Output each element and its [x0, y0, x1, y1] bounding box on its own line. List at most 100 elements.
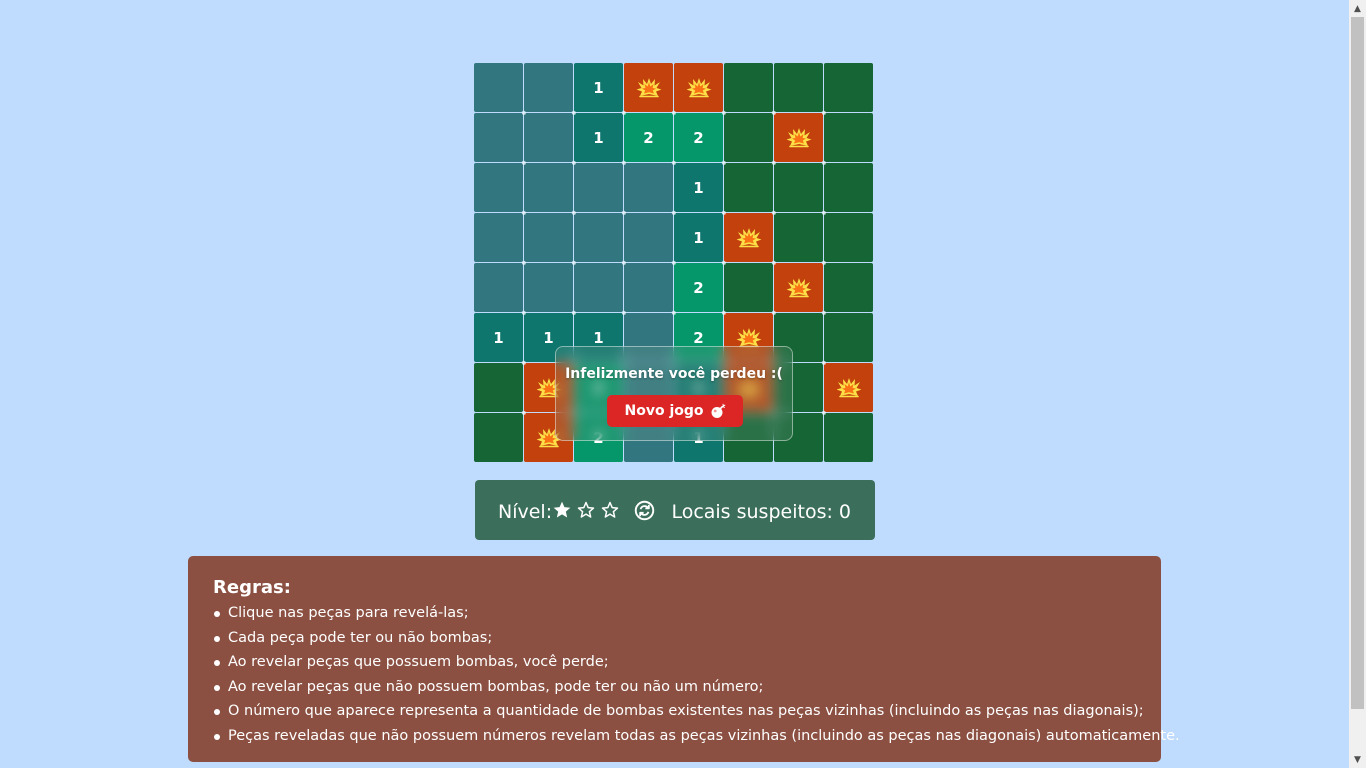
rules-title: Regras: [213, 577, 291, 598]
revealed-empty-tile[interactable] [524, 113, 573, 162]
grid-dot [821, 210, 826, 215]
grid-dot [621, 310, 626, 315]
grid-dot [821, 360, 826, 365]
grid-dot [671, 110, 676, 115]
grid-dot [521, 310, 526, 315]
hidden-tile[interactable] [474, 413, 523, 462]
grid-dot [721, 110, 726, 115]
new-game-label: Novo jogo [624, 403, 704, 419]
revealed-empty-tile[interactable] [474, 263, 523, 312]
hidden-tile[interactable] [824, 263, 873, 312]
hidden-tile[interactable] [824, 63, 873, 112]
revealed-empty-tile[interactable] [574, 213, 623, 262]
scroll-up-arrow-icon[interactable]: ▲ [1349, 0, 1366, 17]
grid-dot [521, 110, 526, 115]
explosion-icon [836, 377, 862, 399]
grid-dot [671, 260, 676, 265]
grid-dot [671, 160, 676, 165]
number-tile[interactable]: 1 [574, 63, 623, 112]
new-game-button[interactable]: Novo jogo [607, 395, 743, 427]
star-outline-icon[interactable] [600, 500, 620, 520]
hidden-tile[interactable] [824, 313, 873, 362]
hidden-tile[interactable] [724, 113, 773, 162]
grid-dot [821, 410, 826, 415]
grid-dot [621, 210, 626, 215]
tile-number: 1 [693, 178, 704, 197]
hidden-tile[interactable] [824, 113, 873, 162]
bomb-tile[interactable] [624, 63, 673, 112]
grid-dot [721, 260, 726, 265]
grid-dot [721, 310, 726, 315]
grid-dot [521, 260, 526, 265]
tile-number: 2 [693, 328, 704, 347]
bomb-tile[interactable] [824, 363, 873, 412]
grid-dot [771, 260, 776, 265]
grid-dot [621, 160, 626, 165]
grid-dot [771, 160, 776, 165]
grid-dot [671, 310, 676, 315]
hidden-tile[interactable] [774, 213, 823, 262]
tile-number: 1 [593, 78, 604, 97]
tile-number: 1 [593, 328, 604, 347]
star-filled-icon[interactable] [552, 500, 572, 520]
number-tile[interactable]: 2 [674, 263, 723, 312]
hidden-tile[interactable] [474, 363, 523, 412]
revealed-empty-tile[interactable] [524, 263, 573, 312]
revealed-empty-tile[interactable] [524, 213, 573, 262]
hidden-tile[interactable] [724, 263, 773, 312]
rule-item: O número que aparece representa a quanti… [213, 699, 1161, 724]
tile-number: 1 [493, 328, 504, 347]
game-page: 112211211122121 Infelizmente você perdeu… [0, 0, 1349, 768]
hidden-tile[interactable] [824, 413, 873, 462]
grid-dot [821, 160, 826, 165]
tile-number: 2 [643, 128, 654, 147]
star-outline-icon[interactable] [576, 500, 596, 520]
revealed-empty-tile[interactable] [474, 213, 523, 262]
grid-dot [721, 210, 726, 215]
vertical-scrollbar[interactable]: ▲ ▼ [1349, 0, 1366, 768]
rule-item: Peças reveladas que não possuem números … [213, 724, 1180, 749]
grid-dot [821, 260, 826, 265]
suspect-locations-counter: Locais suspeitos: 0 [671, 501, 851, 523]
bomb-tile[interactable] [724, 213, 773, 262]
explosion-icon [786, 127, 812, 149]
tile-number: 1 [593, 128, 604, 147]
grid-dot [571, 310, 576, 315]
hidden-tile[interactable] [824, 213, 873, 262]
number-tile[interactable]: 1 [574, 113, 623, 162]
revealed-empty-tile[interactable] [474, 163, 523, 212]
scrollbar-thumb[interactable] [1351, 17, 1364, 709]
grid-dot [521, 360, 526, 365]
revealed-empty-tile[interactable] [624, 213, 673, 262]
number-tile[interactable]: 1 [674, 163, 723, 212]
number-tile[interactable]: 1 [474, 313, 523, 362]
tile-number: 1 [693, 228, 704, 247]
grid-dot [671, 210, 676, 215]
hidden-tile[interactable] [774, 163, 823, 212]
revealed-empty-tile[interactable] [474, 113, 523, 162]
grid-dot [571, 260, 576, 265]
bomb-tile[interactable] [774, 113, 823, 162]
revealed-empty-tile[interactable] [624, 163, 673, 212]
number-tile[interactable]: 2 [674, 113, 723, 162]
revealed-empty-tile[interactable] [574, 163, 623, 212]
bomb-tile[interactable] [674, 63, 723, 112]
reset-icon[interactable] [634, 500, 655, 521]
grid-dot [771, 210, 776, 215]
number-tile[interactable]: 2 [624, 113, 673, 162]
number-tile[interactable]: 1 [674, 213, 723, 262]
hidden-tile[interactable] [724, 163, 773, 212]
scroll-down-arrow-icon[interactable]: ▼ [1349, 751, 1366, 768]
hidden-tile[interactable] [824, 163, 873, 212]
revealed-empty-tile[interactable] [574, 263, 623, 312]
bomb-tile[interactable] [774, 263, 823, 312]
revealed-empty-tile[interactable] [624, 263, 673, 312]
hidden-tile[interactable] [774, 63, 823, 112]
revealed-empty-tile[interactable] [524, 163, 573, 212]
hidden-tile[interactable] [724, 63, 773, 112]
rule-item: Ao revelar peças que possuem bombas, voc… [213, 650, 1161, 675]
bomb-icon [711, 403, 725, 418]
level-label: Nível: [498, 501, 553, 523]
revealed-empty-tile[interactable] [524, 63, 573, 112]
revealed-empty-tile[interactable] [474, 63, 523, 112]
